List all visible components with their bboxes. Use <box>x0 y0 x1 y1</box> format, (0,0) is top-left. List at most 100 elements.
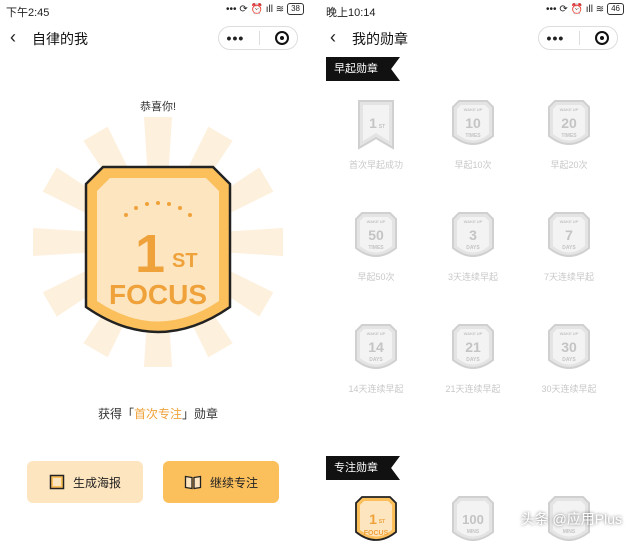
generate-poster-label: 生成海报 <box>72 475 121 490</box>
medal-number: 20 <box>561 115 577 131</box>
early-badge-caption: 早起10次 <box>454 160 492 170</box>
medal-number: 1 <box>369 511 377 527</box>
miniprogram-capsule: ••• <box>538 26 618 50</box>
medal-unit: DAYS <box>562 357 576 363</box>
medal-icon: WAKE UP 14 DAYS <box>355 324 397 369</box>
book-icon <box>184 475 202 490</box>
medal-icon: 1 ST FOCUS <box>355 496 397 541</box>
section-early-ribbon: 早起勋章 <box>326 57 400 81</box>
medal-icon: 100 MINS <box>452 496 494 541</box>
medal-top-label: WAKE UP <box>560 331 579 336</box>
early-badge-caption: 早起50次 <box>357 272 395 282</box>
status-indicator-icons: ••• ⟳ ⏰ ıll ≋ <box>546 3 605 15</box>
medal-unit: TIMES <box>465 133 481 139</box>
right-screen: 晚上10:14 ••• ⟳ ⏰ ıll ≋ 46 ‹ 我的勋章 ••• 早起勋章… <box>320 0 636 541</box>
medal-icon: WAKE UP 10 TIMES <box>452 100 494 145</box>
medal-icon: WAKE UP 7 DAYS <box>548 212 590 257</box>
award-prefix: 获得「 <box>97 407 134 421</box>
award-name: 首次专注 <box>133 407 182 421</box>
badge-illustration: 1 ST FOCUS <box>33 117 283 367</box>
left-screen: 下午2:45 ••• ⟳ ⏰ ıll ≋ 38 ‹ 自律的我 ••• 恭喜你! <box>0 0 316 541</box>
early-badge-item[interactable]: WAKE UP 21 DAYS 21天连续早起 <box>428 322 518 395</box>
medal-top-label: WAKE UP <box>464 331 483 336</box>
close-miniprogram-icon[interactable] <box>595 31 610 45</box>
medal-unit: DAYS <box>562 245 576 251</box>
medal-unit: TIMES <box>561 133 577 139</box>
medal-number: 100 <box>462 512 484 527</box>
early-badge-caption: 7天连续早起 <box>543 272 594 282</box>
badge-suffix: ST <box>172 250 198 272</box>
award-text: 获得「首次专注」勋章 <box>0 405 316 422</box>
medal-unit: MINS <box>563 529 576 535</box>
page-title: 我的勋章 <box>352 31 408 47</box>
early-badge-item[interactable]: WAKE UP 3 DAYS 3天连续早起 <box>428 210 518 283</box>
poster-icon <box>49 474 65 490</box>
medal-icon: WAKE UP 20 TIMES <box>548 100 590 145</box>
early-badge-caption: 30天连续早起 <box>541 384 597 394</box>
medal-unit: DAYS <box>369 357 383 363</box>
medal-icon: WAKE UP 3 DAYS <box>452 212 494 257</box>
early-badge-caption: 21天连续早起 <box>445 384 501 394</box>
medal-icon: WAKE UP 50 TIMES <box>355 212 397 257</box>
early-badge-caption: 早起20次 <box>550 160 588 170</box>
continue-focus-label: 继续专注 <box>209 475 258 490</box>
focus-badge-item[interactable]: 100 MINS <box>428 494 518 541</box>
early-badge-item[interactable]: WAKE UP 10 TIMES 早起10次 <box>428 98 518 171</box>
medal-unit: TIMES <box>368 245 384 251</box>
medal-top-label: WAKE UP <box>560 107 579 112</box>
medal-icon: WAKE UP 21 DAYS <box>452 324 494 369</box>
status-bar: 晚上10:14 ••• ⟳ ⏰ ıll ≋ 46 <box>320 0 636 20</box>
nav-bar: ‹ 自律的我 ••• <box>0 24 316 52</box>
generate-poster-button[interactable]: 生成海报 <box>27 461 143 503</box>
medal-unit: DAYS <box>466 357 480 363</box>
early-badge-item[interactable]: WAKE UP 7 DAYS 7天连续早起 <box>524 210 614 283</box>
back-icon[interactable]: ‹ <box>330 27 336 48</box>
more-icon[interactable]: ••• <box>547 30 565 46</box>
medal-unit: DAYS <box>466 245 480 251</box>
medal-number: 3 <box>469 227 477 243</box>
medal-top-label: WAKE UP <box>560 219 579 224</box>
medal-unit: ST <box>379 124 385 130</box>
medal-top-label: WAKE UP <box>367 331 386 336</box>
focus-badge-item[interactable]: 1 ST FOCUS <box>331 494 421 541</box>
close-miniprogram-icon[interactable] <box>275 31 290 45</box>
early-badge-item[interactable]: 1 ST 首次早起成功 <box>331 98 421 171</box>
medal-number: 14 <box>368 339 384 355</box>
continue-focus-button[interactable]: 继续专注 <box>163 461 279 503</box>
status-time: 晚上10:14 <box>326 7 376 19</box>
early-badge-caption: 首次早起成功 <box>348 160 403 170</box>
back-icon[interactable]: ‹ <box>10 27 16 48</box>
nav-bar: ‹ 我的勋章 ••• <box>320 24 636 52</box>
status-indicator-icons: ••• ⟳ ⏰ ıll ≋ <box>226 3 285 15</box>
medal-number: 21 <box>465 339 481 355</box>
battery-icon: 46 <box>607 3 624 15</box>
award-suffix: 」勋章 <box>182 407 219 421</box>
early-badge-caption: 14天连续早起 <box>348 384 404 394</box>
medal-number: 10 <box>465 115 481 131</box>
early-badge-item[interactable]: WAKE UP 14 DAYS 14天连续早起 <box>331 322 421 395</box>
more-icon[interactable]: ••• <box>227 30 245 46</box>
battery-icon: 38 <box>287 3 304 15</box>
medal-number: 7 <box>565 227 573 243</box>
focus-badge: 1 ST FOCUS <box>84 165 232 334</box>
medal-number: 1 <box>369 115 377 131</box>
badge-rank: 1 <box>135 224 165 284</box>
early-badge-caption: 3天连续早起 <box>447 272 498 282</box>
early-badge-item[interactable]: WAKE UP 50 TIMES 早起50次 <box>331 210 421 283</box>
early-badge-item[interactable]: WAKE UP 30 DAYS 30天连续早起 <box>524 322 614 395</box>
medal-word: FOCUS <box>364 530 389 537</box>
medal-icon: WAKE UP 30 DAYS <box>548 324 590 369</box>
section-focus-ribbon: 专注勋章 <box>326 456 400 480</box>
medal-number: 50 <box>368 227 384 243</box>
medal-unit: ST <box>379 519 385 525</box>
status-bar: 下午2:45 ••• ⟳ ⏰ ıll ≋ 38 <box>0 0 316 20</box>
medal-icon: 1 ST <box>358 100 394 150</box>
status-icons: ••• ⟳ ⏰ ıll ≋ 46 <box>546 3 624 15</box>
medal-number: 30 <box>561 339 577 355</box>
watermark-text: 头条 @应用Plus <box>520 511 622 527</box>
early-badge-item[interactable]: WAKE UP 20 TIMES 早起20次 <box>524 98 614 171</box>
medal-unit: MINS <box>467 529 480 535</box>
miniprogram-capsule: ••• <box>218 26 298 50</box>
medal-top-label: WAKE UP <box>367 219 386 224</box>
medal-top-label: WAKE UP <box>464 219 483 224</box>
